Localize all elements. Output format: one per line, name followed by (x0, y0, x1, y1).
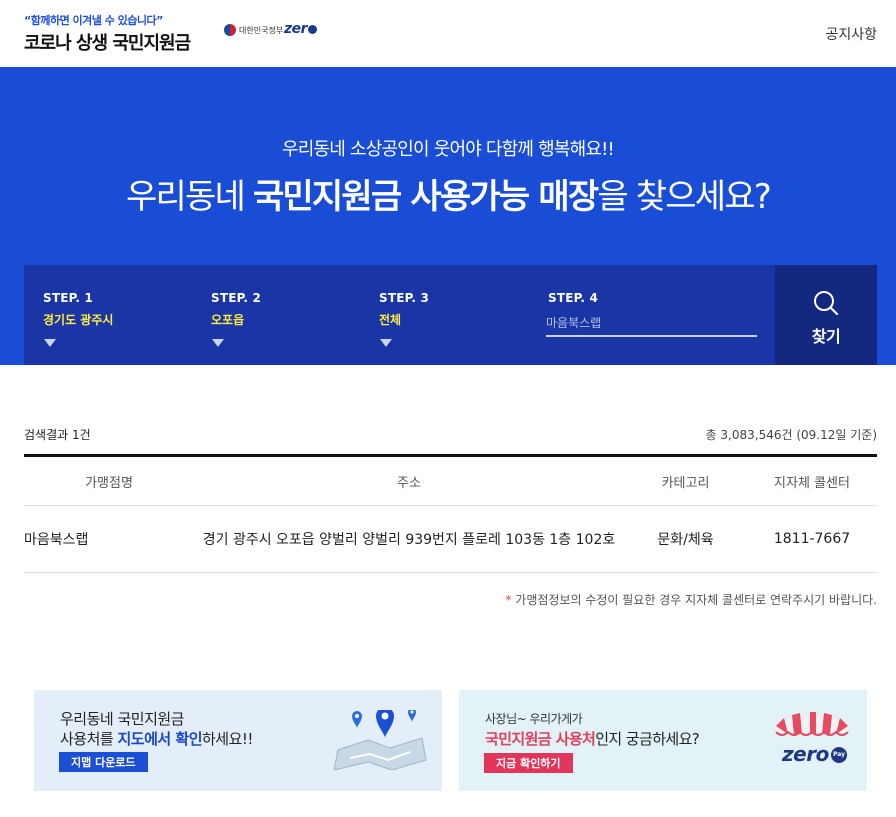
zeropay-banner-line2: 국민지원금 사용처인지 궁금하세요? (485, 728, 700, 749)
results-summary: 검색결과 1건 총 3,083,546건 (09.12일 기준) (24, 426, 877, 442)
zeropay-logo: zer (284, 21, 318, 37)
map-download-button[interactable]: 지맵 다운로드 (59, 752, 148, 772)
check-now-button[interactable]: 지금 확인하기 (484, 753, 573, 773)
store-awning-icon (772, 712, 852, 742)
notice-link[interactable]: 공지사항 (825, 24, 877, 44)
map-banner-line2-strong: 지도에서 확인 (117, 730, 202, 748)
logo-title: 코로나 상생 국민지원금 (24, 33, 191, 54)
column-header-name: 가맹점명 (24, 454, 194, 506)
site-logo[interactable]: “함께하면 이겨낼 수 있습니다” 코로나 상생 국민지원금 (24, 12, 191, 55)
column-header-callcenter: 지자체 콜센터 (747, 454, 877, 506)
step3-selector[interactable]: STEP. 3 전체 (379, 291, 429, 347)
store-name-input[interactable] (546, 311, 757, 337)
hero-title-part2: 을 찾으세요? (597, 177, 771, 217)
step1-selector[interactable]: STEP. 1 경기도 광주시 (43, 291, 113, 347)
zeropay-dot-icon (308, 24, 318, 34)
pay-badge-icon: Pay (831, 747, 847, 763)
taegeuk-icon (224, 24, 236, 36)
search-icon (812, 289, 840, 321)
site-header: “함께하면 이겨낼 수 있습니다” 코로나 상생 국민지원금 대한민국정부 ze… (0, 0, 896, 67)
store-category-cell: 문화/체육 (624, 505, 747, 573)
step2-label: STEP. 2 (211, 291, 262, 305)
store-name-cell: 마음북스랩 (24, 505, 194, 573)
step4-block: STEP. 4 (548, 291, 598, 305)
zeropay-banner-logo: zero (782, 742, 829, 766)
map-pins-icon (330, 707, 430, 774)
callcenter-cell: 1811-7667 (747, 505, 877, 573)
government-logo: 대한민국정부 (224, 24, 283, 36)
step1-label: STEP. 1 (43, 291, 94, 305)
government-logo-text: 대한민국정부 (239, 25, 284, 35)
step1-value: 경기도 광주시 (43, 313, 114, 327)
step4-label: STEP. 4 (548, 291, 599, 305)
search-button-label: 찾기 (811, 327, 841, 346)
map-banner-line2-a: 사용처를 (60, 730, 118, 748)
search-bar: STEP. 1 경기도 광주시 STEP. 2 오포읍 STEP. 3 전체 S… (24, 265, 775, 365)
step2-selector[interactable]: STEP. 2 오포읍 (211, 291, 261, 347)
zeropay-banner-line2-b: 인지 궁금하세요? (595, 730, 700, 748)
hero-title-part1: 우리동네 (126, 177, 253, 217)
zeropay-banner-line2-strong: 국민지원금 사용처 (485, 730, 596, 748)
hero-title-bold: 국민지원금 사용가능 매장 (252, 177, 599, 217)
map-banner-line2: 사용처를 지도에서 확인하세요!! (60, 728, 253, 749)
results-count: 검색결과 1건 (24, 428, 91, 442)
column-header-category: 카테고리 (624, 454, 747, 506)
step3-value: 전체 (379, 313, 402, 327)
hero-section: 우리동네 소상공인이 웃어야 다함께 행복해요!! 우리동네 국민지원금 사용가… (0, 67, 896, 365)
table-row[interactable]: 마음북스랩 경기 광주시 오포읍 양벌리 양벌리 939번지 플로레 103동 … (24, 505, 877, 573)
zeropay-banner[interactable]: 사장님~ 우리가게가 국민지원금 사용처인지 궁금하세요? 지금 확인하기 ze… (459, 690, 867, 791)
hero-subtitle: 우리동네 소상공인이 웃어야 다함께 행복해요!! (282, 139, 615, 160)
footnote-text: 가맹점정보의 수정이 필요한 경우 지자체 콜센터로 연락주시기 바랍니다. (515, 593, 877, 607)
hero-title: 우리동네 국민지원금 사용가능 매장을 찾으세요? (0, 169, 896, 218)
search-button[interactable]: 찾기 (775, 265, 877, 365)
results-table: 가맹점명 주소 카테고리 지자체 콜센터 마음북스랩 경기 광주시 오포읍 양벌… (24, 454, 877, 573)
zeropay-logo-text: zer (284, 21, 308, 37)
step2-value: 오포읍 (211, 313, 245, 327)
caret-down-icon[interactable] (44, 339, 56, 347)
store-address-cell: 경기 광주시 오포읍 양벌리 양벌리 939번지 플로레 103동 1층 102… (194, 505, 624, 573)
caret-down-icon[interactable] (212, 339, 224, 347)
column-header-address: 주소 (194, 454, 624, 506)
results-footnote: * 가맹점정보의 수정이 필요한 경우 지자체 콜센터로 연락주시기 바랍니다. (505, 591, 877, 608)
map-banner-line2-b: 하세요!! (202, 730, 253, 748)
table-header-row: 가맹점명 주소 카테고리 지자체 콜센터 (24, 454, 877, 506)
map-banner[interactable]: 우리동네 국민지원금 사용처를 지도에서 확인하세요!! 지맵 다운로드 (34, 690, 442, 791)
footnote-mark: * (505, 593, 512, 607)
step3-label: STEP. 3 (379, 291, 430, 305)
caret-down-icon[interactable] (380, 339, 392, 347)
zeropay-banner-line1: 사장님~ 우리가게가 (485, 712, 583, 726)
logo-slogan: “함께하면 이겨낼 수 있습니다” (24, 14, 163, 27)
map-banner-line1: 우리동네 국민지원금 (60, 710, 184, 728)
results-total: 총 3,083,546건 (09.12일 기준) (705, 428, 877, 442)
